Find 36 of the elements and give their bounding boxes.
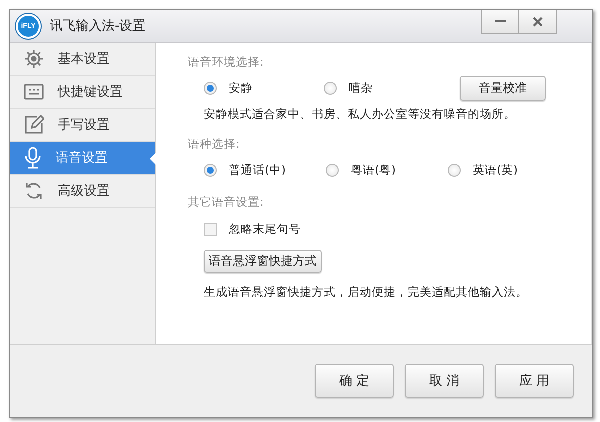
dialog-button[interactable]: 应 用 (495, 364, 574, 398)
section-heading: 语音环境选择: (188, 55, 265, 71)
refresh-icon (24, 181, 44, 201)
description-text: 安静模式适合家中、书房、私人办公室等没有噪音的场所。 (203, 106, 517, 122)
dialog-button[interactable]: 确 定 (315, 364, 394, 398)
radio-button[interactable] (324, 82, 337, 94)
option-label: 嘈杂 (349, 80, 373, 96)
section-heading: 其它语音设置: (188, 195, 265, 211)
radio-button[interactable] (204, 164, 217, 176)
close-button[interactable] (519, 10, 557, 34)
checkbox-label: 忽略末尾句号 (229, 222, 301, 236)
radio-button[interactable] (326, 164, 339, 176)
shortcut-button[interactable]: 语音悬浮窗快捷方式 (204, 250, 322, 272)
dialog-button[interactable]: 取 消 (405, 364, 484, 398)
sidebar-item[interactable]: 高级设置 (10, 175, 155, 208)
option-label: 英语(英) (473, 162, 518, 178)
microphone-icon (24, 147, 42, 169)
radio-button[interactable] (448, 164, 461, 176)
keyboard-icon (24, 84, 44, 100)
checkbox[interactable] (204, 222, 217, 236)
sidebar-item[interactable]: 快捷键设置 (10, 76, 155, 109)
sidebar-item[interactable]: 基本设置 (10, 43, 155, 76)
window-title: 讯飞输入法-设置 (50, 18, 147, 35)
minimize-icon (494, 20, 506, 23)
calibrate-button[interactable]: 音量校准 (460, 76, 546, 100)
radio-button[interactable] (204, 82, 217, 94)
close-icon (532, 16, 542, 26)
minimize-button[interactable] (481, 10, 519, 34)
section-heading: 语种选择: (188, 137, 241, 153)
sidebar-item[interactable]: 语音设置 (10, 142, 155, 175)
pencil-icon (24, 115, 44, 135)
option-label: 普通话(中) (229, 162, 286, 178)
option-label: 粤语(粤) (351, 162, 396, 178)
option-label: 安静 (229, 80, 253, 96)
gear-icon (24, 49, 44, 69)
description-text: 生成语音悬浮窗快捷方式，启动便捷，完美适配其他输入法。 (203, 284, 529, 300)
